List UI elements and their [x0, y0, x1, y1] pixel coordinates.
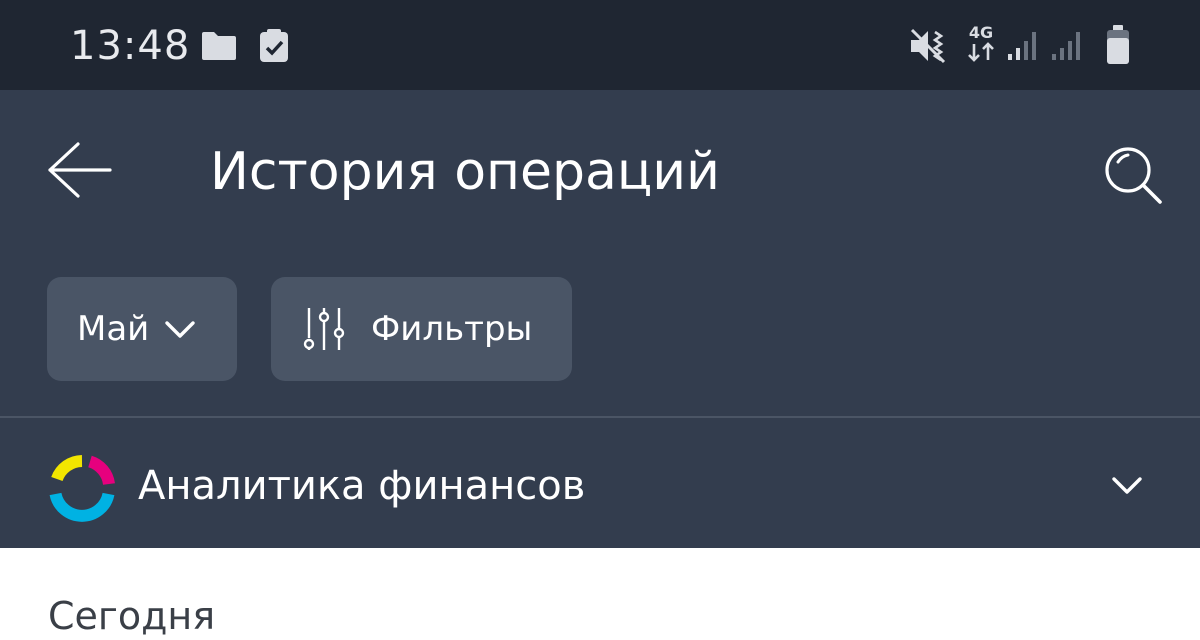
- analytics-label: Аналитика финансов: [138, 463, 586, 509]
- status-time: 13:48: [70, 23, 191, 69]
- filters-label: Фильтры: [371, 309, 533, 349]
- chevron-down-icon: [165, 321, 195, 338]
- battery-icon: [1107, 25, 1129, 64]
- back-button[interactable]: [40, 140, 120, 200]
- status-bar: 13:48 4G: [0, 0, 1200, 90]
- chevron-down-icon: [1112, 477, 1142, 494]
- search-button[interactable]: [1098, 140, 1168, 210]
- vibrate-icon: [910, 28, 946, 64]
- section-date-header: Сегодня: [48, 594, 216, 638]
- finance-analytics-row[interactable]: Аналитика финансов: [0, 418, 1200, 548]
- app-bar: История операций Май Фильтры: [0, 90, 1200, 417]
- page-title: История операций: [210, 142, 720, 202]
- operations-list: Сегодня: [0, 548, 1200, 638]
- folder-icon: [202, 32, 236, 60]
- search-icon: [1105, 147, 1162, 204]
- month-selector[interactable]: Май: [47, 277, 237, 381]
- data-arrows-icon: [968, 42, 994, 62]
- 4g-icon: 4G: [964, 24, 998, 66]
- network-type-label: 4G: [968, 23, 994, 42]
- analytics-logo-icon: [49, 455, 115, 522]
- signal-icon: [1008, 32, 1036, 60]
- filters-button[interactable]: Фильтры: [271, 277, 572, 381]
- checkbox-icon: [260, 29, 288, 62]
- arrow-left-icon: [48, 142, 112, 198]
- signal-icon: [1052, 32, 1080, 60]
- month-label: Май: [77, 309, 150, 349]
- sliders-icon: [303, 308, 345, 350]
